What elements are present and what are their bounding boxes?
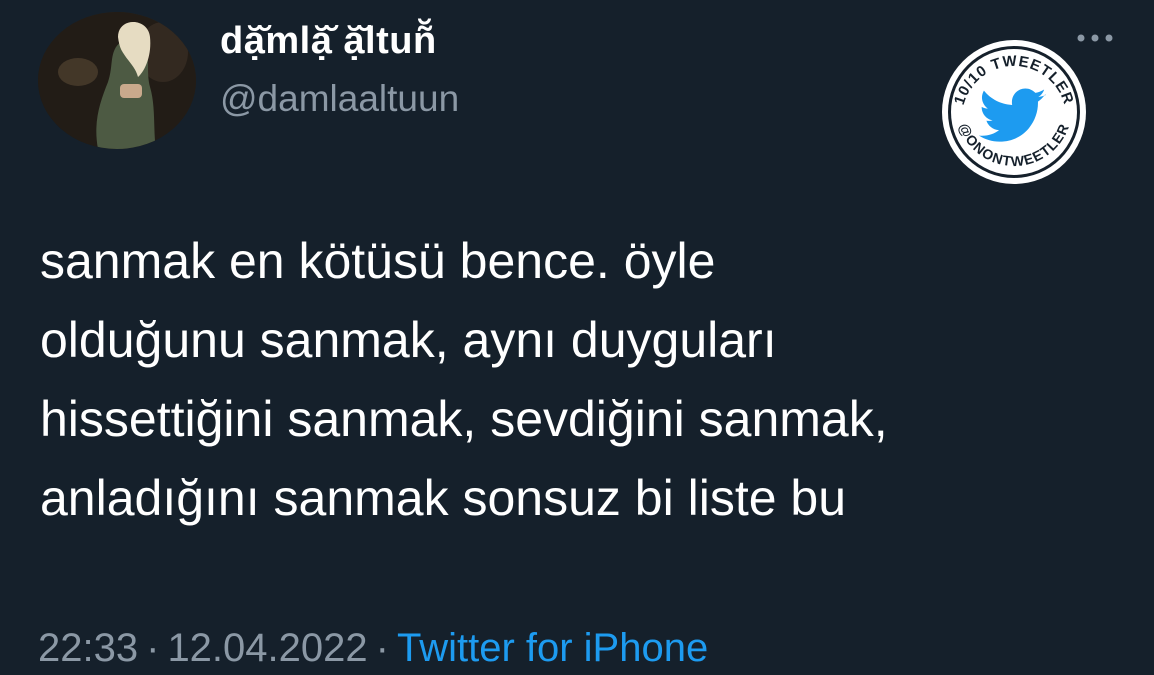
- avatar[interactable]: [38, 12, 196, 149]
- avatar-image: [38, 12, 196, 149]
- tweet-metadata: 22:33 · 12.04.2022 · Twitter for iPhone: [38, 626, 708, 671]
- display-name[interactable]: dặ̆mlặ̆ ặ̆ltuñ̆: [220, 20, 437, 63]
- tweet-source-link[interactable]: Twitter for iPhone: [397, 626, 708, 670]
- tweet-line: anladığını sanmak sonsuz bi liste bu: [40, 470, 847, 526]
- ononteetler-badge: 10/10 TWEETLER @ONONTWEETLER: [934, 36, 1094, 188]
- tweet-line: sanmak en kötüsü bence. öyle: [40, 233, 716, 289]
- separator: ·: [146, 626, 160, 670]
- tweet-text: sanmak en kötüsü bence. öyle olduğunu sa…: [40, 222, 1130, 538]
- tweet-time[interactable]: 22:33: [38, 626, 138, 670]
- user-handle[interactable]: @damlaaltuun: [220, 78, 459, 120]
- tweet-line: hissettiğini sanmak, sevdiğini sanmak,: [40, 391, 888, 447]
- tweet-line: olduğunu sanmak, aynı duyguları: [40, 312, 777, 368]
- separator: ·: [375, 626, 389, 670]
- tweet-date[interactable]: 12.04.2022: [167, 626, 367, 670]
